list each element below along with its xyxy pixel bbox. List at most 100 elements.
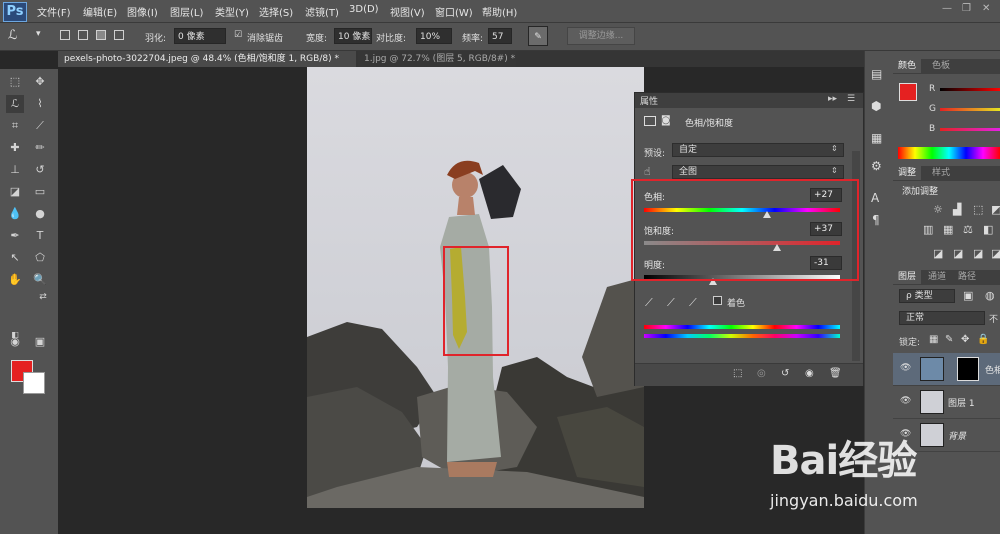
r-channel-slider[interactable]: [940, 88, 1000, 91]
panel-menu-icon[interactable]: ☰: [847, 94, 855, 104]
menu-help[interactable]: 帮助(H): [482, 4, 517, 19]
quick-select-tool-icon[interactable]: ⌇: [31, 95, 49, 113]
crop-tool-icon[interactable]: ⌗: [6, 117, 24, 135]
width-input[interactable]: 10 像素: [334, 28, 372, 44]
path-select-tool-icon[interactable]: ↖: [6, 249, 24, 267]
brush-tool-icon[interactable]: ✏: [31, 139, 49, 157]
blur-tool-icon[interactable]: 💧: [6, 205, 24, 223]
type-tool-icon[interactable]: T: [31, 227, 49, 245]
filter-adjust-icon[interactable]: ◍: [985, 289, 995, 302]
3d-icon[interactable]: ⬢: [871, 99, 881, 113]
antialias-checkbox[interactable]: ☑: [234, 30, 242, 40]
menu-select[interactable]: 选择(S): [259, 4, 293, 19]
paragraph-icon[interactable]: ¶: [872, 213, 880, 227]
layer-mask-thumb[interactable]: [957, 357, 979, 381]
add-selection-icon[interactable]: [78, 30, 88, 40]
posterize-icon[interactable]: ◪: [953, 247, 963, 260]
vibrance-icon[interactable]: ▥: [923, 223, 933, 236]
color-fg-swatch[interactable]: [899, 83, 917, 101]
dodge-tool-icon[interactable]: ●: [31, 205, 49, 223]
brightness-icon[interactable]: ☼: [933, 203, 943, 216]
channel-select[interactable]: 全图: [672, 165, 844, 179]
hand-tool-icon[interactable]: ✋: [6, 271, 24, 289]
curves-icon[interactable]: ⬚: [973, 203, 983, 216]
frequency-input[interactable]: 57: [488, 28, 512, 44]
contrast-input[interactable]: 10%: [416, 28, 452, 44]
intersect-selection-icon[interactable]: [114, 30, 124, 40]
history-icon[interactable]: ▤: [871, 67, 882, 81]
eyedropper-tool-icon[interactable]: ⟋: [31, 117, 49, 135]
clone-stamp-tool-icon[interactable]: ⊥: [6, 161, 24, 179]
layer-name[interactable]: 图层 1: [948, 396, 975, 409]
tab-layers[interactable]: 图层: [893, 270, 922, 284]
dropdown-arrow-icon[interactable]: ▾: [36, 29, 41, 39]
menu-file[interactable]: 文件(F): [37, 4, 71, 19]
preset-select[interactable]: 自定: [672, 143, 844, 157]
layer-name[interactable]: 色相: [985, 363, 1000, 376]
tab-styles[interactable]: 样式: [927, 166, 955, 180]
close-icon[interactable]: ✕: [982, 3, 990, 14]
black-white-icon[interactable]: ◧: [983, 223, 993, 236]
tab-color[interactable]: 颜色: [893, 59, 922, 73]
layer-visibility-eye-icon[interactable]: 👁: [900, 396, 911, 406]
layer-visibility-eye-icon[interactable]: 👁: [900, 363, 911, 373]
reset-icon[interactable]: ↺: [781, 368, 789, 379]
tab-swatches[interactable]: 色板: [927, 59, 955, 73]
layer-row-layer1[interactable]: 👁 图层 1: [893, 386, 1000, 419]
menu-view[interactable]: 视图(V): [390, 4, 425, 19]
view-previous-icon[interactable]: ◎: [757, 368, 766, 379]
exposure-icon[interactable]: ◩: [991, 203, 1000, 216]
swap-colors-icon[interactable]: ⇄: [34, 288, 52, 306]
menu-layer[interactable]: 图层(L): [170, 4, 203, 19]
adjustment-layer-icon[interactable]: [644, 116, 656, 126]
healing-brush-tool-icon[interactable]: ✚: [6, 139, 24, 157]
marquee-tool-icon[interactable]: ⬚: [6, 73, 24, 91]
quick-mask-mode-icon[interactable]: ◉: [6, 333, 24, 351]
blend-mode-select[interactable]: 正常: [899, 311, 985, 325]
eyedropper-minus-icon[interactable]: ⟋: [689, 296, 697, 310]
brush-presets-icon[interactable]: ▦: [871, 131, 882, 145]
collapse-icon[interactable]: ▸▸: [828, 94, 837, 104]
menu-window[interactable]: 窗口(W): [435, 4, 473, 19]
menu-3d[interactable]: 3D(D): [349, 4, 379, 15]
gradient-tool-icon[interactable]: ▭: [31, 183, 49, 201]
filter-image-icon[interactable]: ▣: [963, 289, 973, 302]
menu-edit[interactable]: 编辑(E): [83, 4, 117, 19]
minimize-icon[interactable]: —: [942, 3, 952, 14]
color-balance-icon[interactable]: ⚖: [963, 223, 973, 236]
refine-edge-button[interactable]: 调整边缘...: [567, 27, 635, 45]
lock-pixels-icon[interactable]: ▦: [929, 334, 938, 345]
properties-tab[interactable]: 属性: [640, 94, 658, 107]
invert-icon[interactable]: ◪: [933, 247, 943, 260]
tab-adjustments[interactable]: 调整: [893, 166, 922, 180]
subtract-selection-icon[interactable]: [96, 30, 106, 40]
eraser-tool-icon[interactable]: ◪: [6, 183, 24, 201]
restore-icon[interactable]: ❐: [962, 3, 971, 14]
pen-pressure-icon[interactable]: ✎: [528, 26, 548, 46]
new-selection-icon[interactable]: [60, 30, 70, 40]
delete-icon[interactable]: 🗑: [829, 368, 842, 379]
tab-pexels-photo[interactable]: pexels-photo-3022704.jpeg @ 48.4% (色相/饱和…: [58, 51, 356, 67]
b-channel-slider[interactable]: [940, 128, 1000, 131]
screen-mode-icon[interactable]: ▣: [31, 333, 49, 351]
g-channel-slider[interactable]: [940, 108, 1000, 111]
layer-filter-select[interactable]: ρ 类型: [899, 289, 955, 303]
zoom-tool-icon[interactable]: 🔍: [31, 271, 49, 289]
move-tool-icon[interactable]: ✥: [31, 73, 49, 91]
shape-tool-icon[interactable]: ⬠: [31, 249, 49, 267]
lock-all-icon[interactable]: 🔒: [977, 334, 989, 345]
tab-channels[interactable]: 通道: [923, 270, 951, 284]
mask-icon[interactable]: ◙: [661, 115, 671, 126]
lasso-tool-icon[interactable]: ℒ: [6, 95, 24, 113]
tab-1-jpg[interactable]: 1.jpg @ 72.7% (图层 5, RGB/8#) *: [358, 51, 516, 67]
layer-row-hue-sat[interactable]: 👁 色相: [893, 353, 1000, 386]
visibility-eye-icon[interactable]: ◉: [805, 368, 814, 379]
menu-image[interactable]: 图像(I): [127, 4, 158, 19]
hue-sat-icon[interactable]: ▦: [943, 223, 953, 236]
feather-input[interactable]: 0 像素: [174, 28, 226, 44]
actions-icon[interactable]: ⚙: [871, 159, 882, 173]
character-icon[interactable]: A: [871, 191, 879, 205]
clip-to-layer-icon[interactable]: ⬚: [733, 368, 742, 379]
lock-position-icon[interactable]: ✥: [961, 334, 969, 345]
color-spectrum-bar[interactable]: [898, 147, 1000, 159]
